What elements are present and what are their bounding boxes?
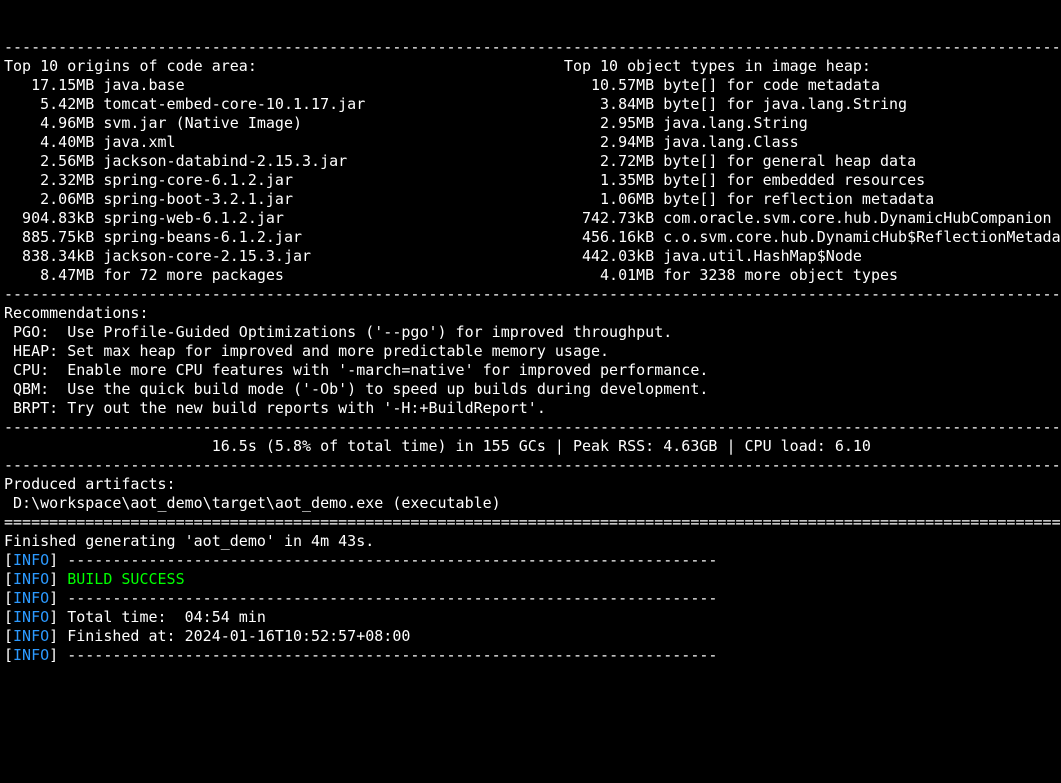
log-level-info: INFO	[13, 551, 49, 569]
log-level-info: INFO	[13, 570, 49, 588]
recommendation-line: HEAP: Set max heap for improved and more…	[4, 342, 609, 360]
recommendation-line: PGO: Use Profile-Guided Optimizations ('…	[4, 323, 672, 341]
maven-build-success: [INFO] BUILD SUCCESS	[4, 570, 185, 588]
rule-dash: ----------------------------------------…	[4, 285, 1061, 303]
stat-row: 5.42MB tomcat-embed-core-10.1.17.jar 3.8…	[4, 95, 907, 113]
rule-dash: ----------------------------------------…	[4, 418, 1061, 436]
log-level-info: INFO	[13, 589, 49, 607]
recommendation-line: BRPT: Try out the new build reports with…	[4, 399, 546, 417]
stat-row: 4.96MB svm.jar (Native Image) 2.95MB jav…	[4, 114, 808, 132]
recommendation-line: CPU: Enable more CPU features with '-mar…	[4, 361, 708, 379]
stat-row: 4.40MB java.xml 2.94MB java.lang.Class	[4, 133, 799, 151]
maven-line: [INFO] ---------------------------------…	[4, 589, 717, 607]
produced-artifact: D:\workspace\aot_demo\target\aot_demo.ex…	[4, 494, 501, 512]
maven-total-time: [INFO] Total time: 04:54 min	[4, 608, 266, 626]
maven-line: [INFO] ---------------------------------…	[4, 646, 717, 664]
stat-row: 2.56MB jackson-databind-2.15.3.jar 2.72M…	[4, 152, 916, 170]
finished-line: Finished generating 'aot_demo' in 4m 43s…	[4, 532, 374, 550]
log-level-info: INFO	[13, 646, 49, 664]
stat-row: 2.06MB spring-boot-3.2.1.jar 1.06MB byte…	[4, 190, 934, 208]
maven-line: [INFO] ---------------------------------…	[4, 551, 717, 569]
stat-row: 17.15MB java.base 10.57MB byte[] for cod…	[4, 76, 880, 94]
recommendations-title: Recommendations:	[4, 304, 149, 322]
stat-row: 2.32MB spring-core-6.1.2.jar 1.35MB byte…	[4, 171, 925, 189]
recommendation-line: QBM: Use the quick build mode ('-Ob') to…	[4, 380, 708, 398]
stat-row: 904.83kB spring-web-6.1.2.jar 742.73kB c…	[4, 209, 1052, 227]
rule-dash: ----------------------------------------…	[4, 38, 1061, 56]
log-level-info: INFO	[13, 608, 49, 626]
stat-row: 838.34kB jackson-core-2.15.3.jar 442.03k…	[4, 247, 862, 265]
terminal: ----------------------------------------…	[0, 38, 1061, 669]
rule-dash: ----------------------------------------…	[4, 456, 1061, 474]
stat-row: 885.75kB spring-beans-6.1.2.jar 456.16kB…	[4, 228, 1061, 246]
rule-eq: ========================================…	[4, 513, 1061, 531]
stat-more-row: 8.47MB for 72 more packages 4.01MB for 3…	[4, 266, 898, 284]
produced-artifacts-title: Produced artifacts:	[4, 475, 176, 493]
gc-summary: 16.5s (5.8% of total time) in 155 GCs | …	[4, 437, 871, 455]
section-headers: Top 10 origins of code area: Top 10 obje…	[4, 57, 871, 75]
